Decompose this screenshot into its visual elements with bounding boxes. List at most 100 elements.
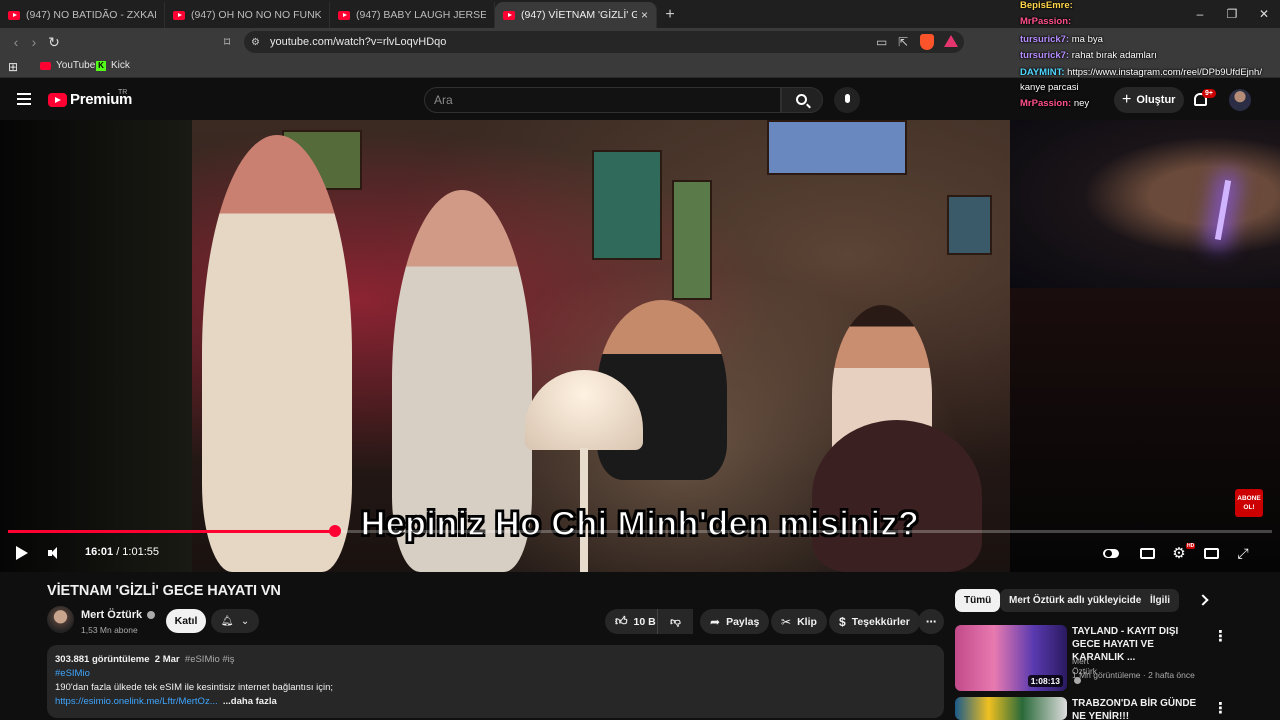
- autoplay-icon: [1103, 548, 1119, 558]
- forward-icon[interactable]: ›: [24, 32, 44, 52]
- thumbs-down-icon: 👎︎: [670, 616, 681, 628]
- menu-icon[interactable]: [17, 93, 31, 105]
- channel-name[interactable]: Mert Öztürk: [81, 609, 156, 621]
- search-icon: [795, 93, 807, 105]
- painting: [672, 180, 712, 300]
- search-button[interactable]: [781, 87, 823, 113]
- show-more-button[interactable]: ...daha fazla: [223, 696, 277, 707]
- more-actions-button[interactable]: ⋯: [918, 609, 944, 634]
- browser-tab-active[interactable]: (947) VİETNAM 'GİZLİ' GECE HAYATI×: [495, 2, 657, 28]
- chip-all[interactable]: Tümü: [955, 589, 1001, 612]
- apps-grid-icon[interactable]: ⊞: [8, 60, 18, 74]
- streamer-webcam: [1010, 120, 1280, 288]
- fullscreen-icon[interactable]: ⤢: [1234, 544, 1252, 562]
- youtube-favicon-icon: [503, 10, 515, 20]
- share-button[interactable]: ➦ Paylaş: [700, 609, 770, 634]
- site-info-icon[interactable]: ⚙: [251, 37, 260, 48]
- clip-button[interactable]: ✂ Klip: [771, 609, 827, 634]
- painting: [592, 150, 662, 260]
- youtube-logo-icon[interactable]: [48, 93, 67, 107]
- dislike-button[interactable]: 👎︎: [657, 609, 693, 634]
- description-hashtag[interactable]: #eSIMio: [55, 668, 90, 679]
- brave-rewards-icon[interactable]: [944, 35, 958, 47]
- create-button[interactable]: + Oluştur: [1114, 87, 1184, 113]
- notification-settings-button[interactable]: 🔔︎ ⌄: [211, 609, 259, 633]
- region-code: TR: [118, 89, 128, 96]
- scissors-icon: ✂: [781, 614, 792, 629]
- neon-light: [1214, 179, 1232, 241]
- url-text[interactable]: youtube.com/watch?v=rlvLoqvHDqo: [270, 36, 446, 48]
- description-link[interactable]: https://esimio.onelink.me/Lftr/MertOz...: [55, 696, 218, 707]
- browser-tabstrip: (947) NO BATIDÃO - ZXKAI - YouTube (947)…: [0, 0, 1280, 28]
- bookmark-kick[interactable]: K Kick: [96, 60, 130, 71]
- notification-badge: 9+: [1202, 89, 1216, 98]
- new-tab-button[interactable]: +: [657, 2, 683, 28]
- chip-from-uploader[interactable]: Mert Öztürk adlı yükleyiciden: [1000, 589, 1157, 612]
- verified-icon: [147, 611, 156, 619]
- channel-avatar[interactable]: [47, 606, 74, 633]
- thumbs-up-icon: 👍︎: [615, 614, 628, 628]
- minimize-icon[interactable]: –: [1184, 0, 1216, 28]
- bookmarks-bar: [0, 56, 1280, 78]
- person-figure: [812, 420, 982, 572]
- chip-related[interactable]: İlgili: [1141, 589, 1179, 612]
- video-duration: 1:08:13: [1027, 675, 1063, 687]
- join-button[interactable]: Katıl: [166, 609, 206, 633]
- miniplayer-button[interactable]: [1202, 544, 1220, 562]
- chevron-right-icon[interactable]: [1197, 594, 1209, 606]
- close-window-icon[interactable]: ✕: [1248, 0, 1280, 28]
- close-tab-icon[interactable]: ×: [641, 8, 648, 22]
- youtube-favicon-icon: [338, 10, 350, 20]
- description-link-row: https://esimio.onelink.me/Lftr/MertOz...…: [55, 696, 277, 707]
- hd-badge: HD: [1186, 543, 1196, 549]
- more-options-icon[interactable]: [1213, 627, 1228, 645]
- video-subtitle: Hepiniz Ho Chi Minh'den misiniz?: [360, 504, 920, 544]
- plus-icon: +: [1122, 91, 1132, 108]
- recommendation-title[interactable]: TRABZON'DA BİR GÜNDE NE YENİR!!!: [1072, 697, 1207, 720]
- autoplay-toggle[interactable]: [1102, 544, 1120, 562]
- super-thanks-icon: $: [839, 614, 846, 629]
- miniplayer-icon: [1203, 547, 1219, 559]
- search-input[interactable]: [424, 87, 781, 113]
- browser-tab[interactable]: (947) OH NO NO NO FUNK - YouTube: [165, 2, 330, 28]
- account-avatar[interactable]: [1229, 89, 1251, 111]
- bookmark-youtube[interactable]: YouTube: [40, 60, 95, 71]
- video-title: VİETNAM 'GİZLİ' GECE HAYATI VN: [47, 583, 281, 599]
- recommendation-meta: 1 Mn görüntüleme · 2 hafta önce: [1072, 670, 1195, 680]
- browser-tab[interactable]: (947) BABY LAUGH JERSEY FUNK (OFFICIAL: [330, 2, 495, 28]
- volume-icon[interactable]: [48, 547, 62, 559]
- description-meta: 303.881 görüntüleme 2 Mar #eSIMio #iş: [55, 654, 235, 665]
- painting: [767, 120, 907, 175]
- time-display: 16:01 / 1:01:55: [85, 546, 159, 558]
- bookmark-page-icon[interactable]: ⌑: [224, 35, 230, 49]
- description-text: 190'dan fazla ülkede tek eSIM ile kesint…: [55, 682, 333, 693]
- progress-fill: [8, 530, 336, 533]
- brave-shields-icon[interactable]: [920, 34, 934, 50]
- voice-search-icon[interactable]: [834, 87, 860, 113]
- reload-icon[interactable]: ↻: [44, 32, 64, 52]
- share-icon: ➦: [710, 614, 721, 629]
- youtube-icon: [40, 61, 51, 70]
- recommendation-thumbnail[interactable]: 1:08:13: [955, 625, 1067, 691]
- browser-tab[interactable]: (947) NO BATIDÃO - ZXKAI - YouTube: [0, 2, 165, 28]
- play-icon[interactable]: [16, 546, 28, 560]
- captions-icon: [1139, 547, 1155, 559]
- cast-icon[interactable]: ▭: [876, 35, 887, 49]
- subscribe-watermark[interactable]: ABONE OL!: [1235, 489, 1263, 517]
- progress-bar[interactable]: [8, 525, 1272, 537]
- chevron-down-icon: ⌄: [240, 615, 250, 627]
- share-page-icon[interactable]: ⇱: [898, 35, 908, 49]
- recommendation-thumbnail[interactable]: [955, 697, 1067, 720]
- more-options-icon[interactable]: [1213, 699, 1228, 717]
- duration: / 1:01:55: [113, 546, 160, 558]
- back-icon[interactable]: ‹: [6, 32, 26, 52]
- window-controls: – ❐ ✕: [1184, 0, 1280, 28]
- maximize-icon[interactable]: ❐: [1216, 0, 1248, 28]
- current-time: 16:01: [85, 546, 114, 558]
- bell-icon: 🔔︎: [220, 615, 234, 627]
- search-placeholder: Ara: [434, 93, 453, 107]
- subtitles-button[interactable]: [1138, 544, 1156, 562]
- more-horizontal-icon: ⋯: [925, 615, 937, 628]
- thanks-button[interactable]: $ Teşekkürler: [829, 609, 920, 634]
- painting: [947, 195, 992, 255]
